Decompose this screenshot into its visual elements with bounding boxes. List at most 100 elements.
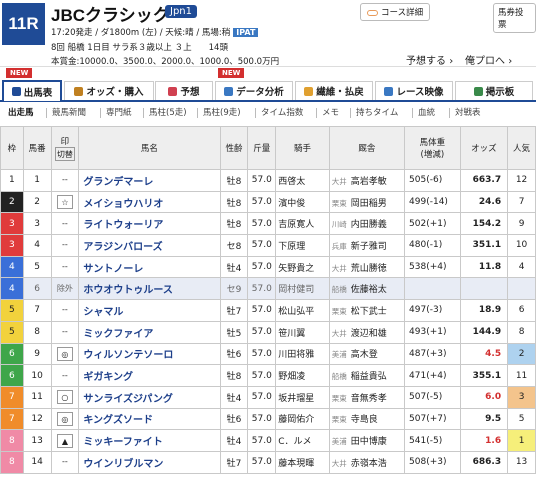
trainer-name[interactable]: 新子雅司 bbox=[351, 242, 387, 252]
odds-cell[interactable]: 1.6 bbox=[459, 429, 509, 452]
mark-icon[interactable]: -- bbox=[57, 217, 73, 231]
jockey-name[interactable]: 下原理 bbox=[275, 234, 330, 257]
mark-cell[interactable]: -- bbox=[50, 320, 80, 344]
trainer-name[interactable]: 渡辺和雄 bbox=[351, 329, 387, 339]
subnav-item[interactable]: 持ちタイム bbox=[356, 106, 398, 118]
mark-icon[interactable]: ○ bbox=[56, 390, 73, 405]
mark-icon[interactable]: -- bbox=[57, 303, 73, 317]
jockey-name[interactable]: 野畑凌 bbox=[275, 364, 330, 387]
trainer-cell[interactable]: 栗東 岡田稲男 bbox=[328, 190, 406, 214]
trainer-cell[interactable]: 大井 荒山勝徳 bbox=[328, 255, 406, 279]
trainer-name[interactable]: 音無秀孝 bbox=[351, 394, 387, 404]
subnav-item[interactable]: 出走馬 bbox=[8, 106, 34, 118]
horse-name[interactable]: メイショウハリオ bbox=[78, 190, 221, 214]
trainer-name[interactable]: 田中博康 bbox=[351, 437, 387, 447]
trainer-cell[interactable]: 大井 赤嶺本浩 bbox=[328, 450, 406, 474]
jockey-name[interactable]: 笹川翼 bbox=[275, 320, 330, 344]
trainer-cell[interactable]: 兵庫 新子雅司 bbox=[328, 234, 406, 257]
trainer-name[interactable]: 高岩孝敏 bbox=[351, 177, 387, 187]
horse-name[interactable]: サントノーレ bbox=[78, 255, 221, 279]
table-row[interactable]: 8 13 ▲ ミッキーファイト 牡4 57.0 C．ルメ 美浦 田中博康 541(-5) 1.6 1 bbox=[0, 429, 536, 452]
horse-name[interactable]: ミックファイア bbox=[78, 320, 221, 344]
mark-cell[interactable]: -- bbox=[50, 299, 80, 322]
jockey-name[interactable]: 矢野貴之 bbox=[275, 255, 330, 279]
mark-icon[interactable]: 除外 bbox=[57, 282, 73, 296]
horse-name[interactable]: グランデマーレ bbox=[78, 169, 221, 192]
mark-cell[interactable]: ▲ bbox=[50, 429, 80, 452]
jockey-name[interactable]: 坂井瑠星 bbox=[275, 385, 330, 409]
jockey-name[interactable]: 川田将雅 bbox=[275, 342, 330, 366]
subnav-item[interactable]: 馬柱(9走) bbox=[203, 106, 241, 118]
trainer-cell[interactable]: 川崎 内田勝義 bbox=[328, 212, 406, 236]
odds-cell[interactable]: 686.3 bbox=[459, 450, 509, 474]
mark-cell[interactable]: ☆ bbox=[50, 190, 80, 214]
horse-name[interactable]: ライトウォーリア bbox=[78, 212, 221, 236]
col-mark[interactable]: 印切替 bbox=[50, 126, 80, 170]
trainer-name[interactable]: 佐藤裕太 bbox=[351, 285, 387, 295]
table-row[interactable]: 8 14 -- ウインリブルマン 牡7 57.0 藤本現暉 大井 赤嶺本浩 508(+3) 686.… bbox=[0, 450, 536, 474]
subnav-item[interactable]: 馬柱(5走) bbox=[149, 106, 187, 118]
mark-cell[interactable]: ◎ bbox=[50, 407, 80, 431]
jockey-name[interactable]: 吉原寛人 bbox=[275, 212, 330, 236]
trainer-name[interactable]: 寺島良 bbox=[351, 415, 378, 425]
jockey-name[interactable]: 岡村健司 bbox=[275, 277, 330, 301]
predict-link[interactable]: 予想する › bbox=[406, 52, 453, 67]
trainer-cell[interactable]: 船橋 稲益貴弘 bbox=[328, 364, 406, 387]
table-row[interactable]: 4 5 -- サントノーレ 牡4 57.0 矢野貴之 大井 荒山勝徳 538(+4) 11.8 4 bbox=[0, 255, 536, 279]
jockey-name[interactable]: 藤岡佑介 bbox=[275, 407, 330, 431]
odds-cell[interactable]: 24.6 bbox=[459, 190, 509, 214]
odds-cell[interactable]: 154.2 bbox=[459, 212, 509, 236]
subnav-item[interactable]: 専門紙 bbox=[106, 106, 132, 118]
table-row[interactable]: 6 9 ◎ ウィルソンテソーロ 牡6 57.0 川田将雅 美浦 高木登 487(+3) 4.5 2 bbox=[0, 342, 536, 366]
ticket-vote-button[interactable]: 馬券投票 bbox=[493, 3, 536, 33]
trainer-cell[interactable]: 大井 渡辺和雄 bbox=[328, 320, 406, 344]
mark-icon[interactable]: ◎ bbox=[56, 346, 73, 361]
trainer-cell[interactable]: 栗東 寺島良 bbox=[328, 407, 406, 431]
mark-icon[interactable]: -- bbox=[57, 260, 73, 274]
tab-5[interactable]: レース映像 bbox=[375, 81, 453, 100]
trainer-cell[interactable]: 栗東 松下武士 bbox=[328, 299, 406, 322]
mark-icon[interactable]: -- bbox=[57, 173, 73, 187]
mark-icon[interactable]: -- bbox=[57, 455, 73, 469]
mark-cell[interactable]: -- bbox=[50, 169, 80, 192]
trainer-name[interactable]: 稲益貴弘 bbox=[351, 372, 387, 382]
mark-cell[interactable]: -- bbox=[50, 234, 80, 257]
trainer-cell[interactable]: 船橋 佐藤裕太 bbox=[328, 277, 406, 301]
subnav-item[interactable]: タイム指数 bbox=[261, 106, 303, 118]
subnav-item[interactable]: 対戦表 bbox=[455, 106, 481, 118]
course-detail-button[interactable]: コース詳細 bbox=[360, 3, 431, 21]
mark-icon[interactable]: ▲ bbox=[56, 433, 73, 448]
subnav-item[interactable]: メモ bbox=[322, 106, 339, 118]
odds-cell[interactable]: 6.0 bbox=[459, 385, 509, 409]
mark-cell[interactable]: -- bbox=[50, 255, 80, 279]
table-row[interactable]: 3 3 -- ライトウォーリア 牡8 57.0 吉原寛人 川崎 内田勝義 502(+1) 154.2… bbox=[0, 212, 536, 236]
table-row[interactable]: 2 2 ☆ メイショウハリオ 牡8 57.0 濱中俊 栗東 岡田稲男 499(-14) 24.6 7 bbox=[0, 190, 536, 214]
trainer-name[interactable]: 荒山勝徳 bbox=[351, 264, 387, 274]
table-row[interactable]: 6 10 -- ギガキング 牡8 57.0 野畑凌 船橋 稲益貴弘 471(+4) 355.1 11 bbox=[0, 364, 536, 387]
mark-cell[interactable]: 除外 bbox=[50, 277, 80, 301]
trainer-cell[interactable]: 美浦 田中博康 bbox=[328, 429, 406, 452]
odds-cell[interactable]: 355.1 bbox=[459, 364, 509, 387]
trainer-cell[interactable]: 美浦 高木登 bbox=[328, 342, 406, 366]
tab-1[interactable]: オッズ・購入 bbox=[64, 81, 154, 100]
subnav-item[interactable]: 血統 bbox=[418, 106, 435, 118]
table-row[interactable]: 5 7 -- シャマル 牡7 57.0 松山弘平 栗東 松下武士 497(-3) 18.9 6 bbox=[0, 299, 536, 322]
mark-cell[interactable]: -- bbox=[50, 450, 80, 474]
horse-name[interactable]: サンライズジパング bbox=[78, 385, 221, 409]
mark-cell[interactable]: -- bbox=[50, 364, 80, 387]
mark-cell[interactable]: -- bbox=[50, 212, 80, 236]
trainer-cell[interactable]: 栗東 音無秀孝 bbox=[328, 385, 406, 409]
odds-cell[interactable]: 144.9 bbox=[459, 320, 509, 344]
horse-name[interactable]: ホウオウトゥルース bbox=[78, 277, 221, 301]
tab-2[interactable]: 予想 bbox=[155, 81, 213, 100]
horse-name[interactable]: ウィルソンテソーロ bbox=[78, 342, 221, 366]
orepro-link[interactable]: 俺プロへ › bbox=[465, 52, 512, 67]
trainer-name[interactable]: 赤嶺本浩 bbox=[351, 459, 387, 469]
tab-4[interactable]: 繊維・払戻 bbox=[295, 81, 373, 100]
tab-3[interactable]: データ分析 NEW bbox=[215, 68, 293, 100]
horse-name[interactable]: ミッキーファイト bbox=[78, 429, 221, 452]
odds-cell[interactable]: 9.5 bbox=[459, 407, 509, 431]
table-row[interactable]: 7 12 ◎ キングズソード 牡6 57.0 藤岡佑介 栗東 寺島良 507(+7) 9.5 5 bbox=[0, 407, 536, 431]
odds-cell[interactable] bbox=[459, 277, 509, 301]
horse-name[interactable]: アラジンバローズ bbox=[78, 234, 221, 257]
